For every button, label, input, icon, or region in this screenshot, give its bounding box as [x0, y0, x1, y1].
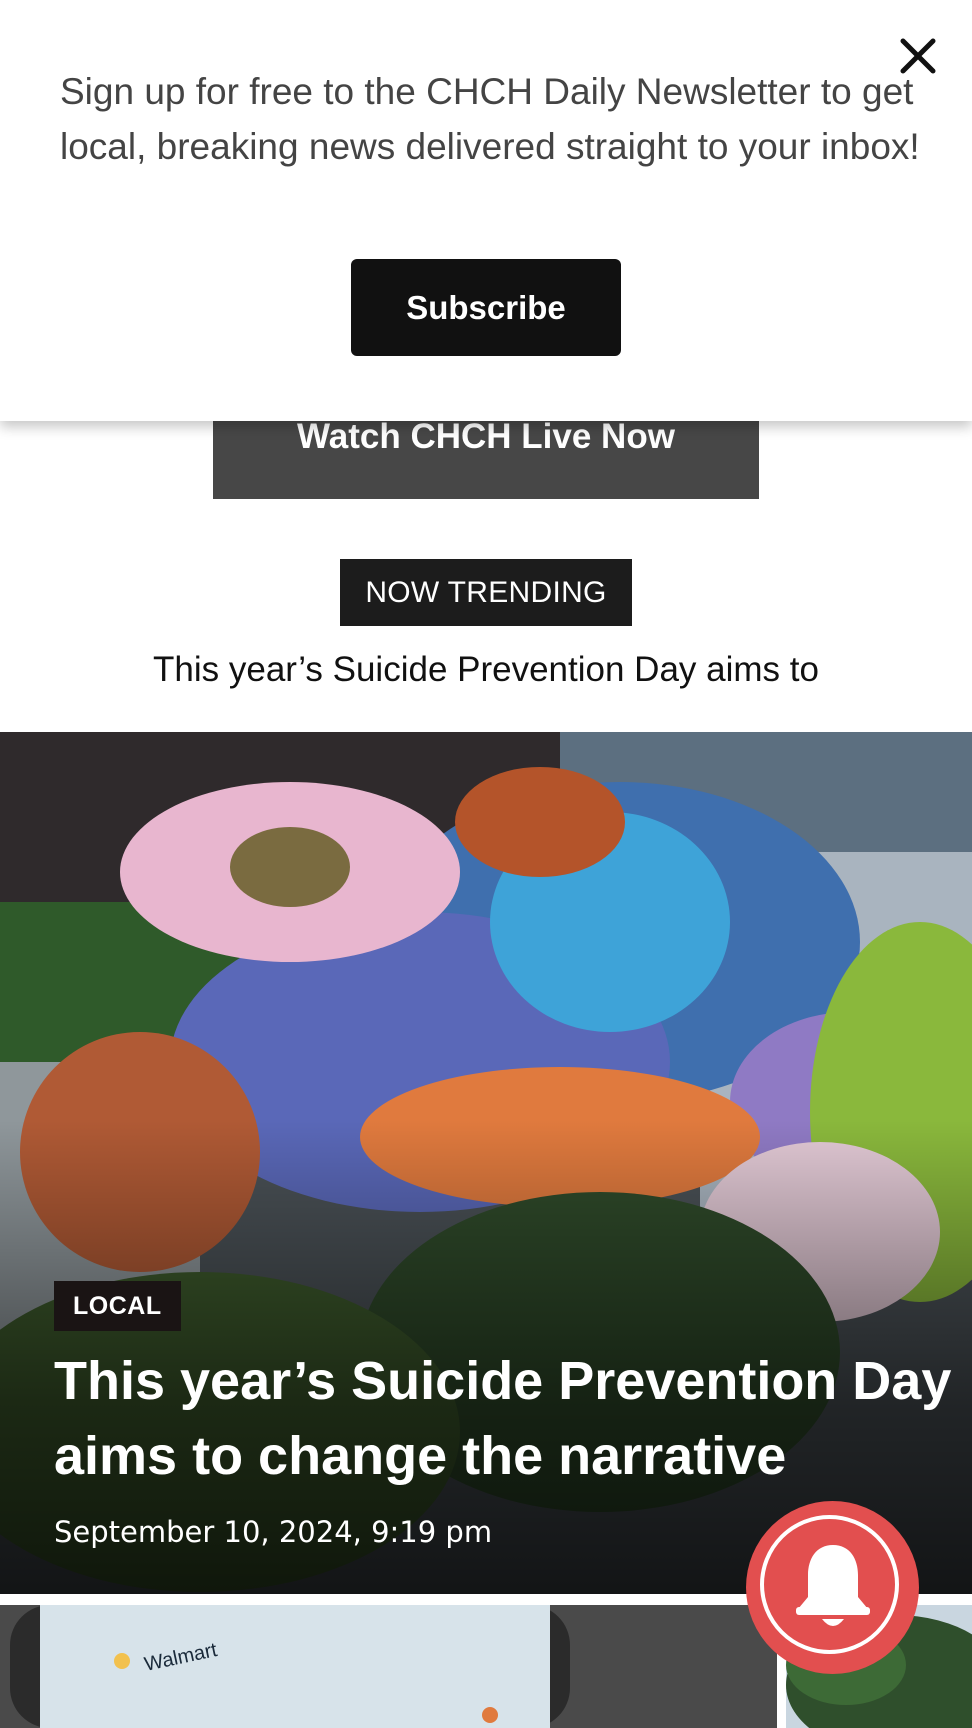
trending-ticker-link[interactable]: This year’s Suicide Prevention Day aims …	[0, 645, 972, 695]
hero-article-card[interactable]: LOCAL This year’s Suicide Prevention Day…	[0, 732, 972, 1594]
close-button[interactable]	[896, 34, 940, 78]
page: Watch CHCH Live Now Sign up for free to …	[0, 0, 972, 1728]
subscribe-button[interactable]: Subscribe	[351, 259, 621, 356]
hero-article-title[interactable]: This year’s Suicide Prevention Day aims …	[54, 1344, 954, 1494]
newsletter-message: Sign up for free to the CHCH Daily Newsl…	[60, 71, 920, 167]
notification-bell-button[interactable]	[746, 1501, 919, 1674]
bell-icon	[796, 1545, 870, 1626]
phone-image: Walmart	[0, 1605, 777, 1728]
close-icon	[900, 38, 936, 74]
category-badge[interactable]: LOCAL	[54, 1281, 181, 1331]
newsletter-popup: Sign up for free to the CHCH Daily Newsl…	[0, 0, 972, 421]
now-trending-badge: NOW TRENDING	[340, 559, 632, 626]
hero-article-date: September 10, 2024, 9:19 pm	[54, 1515, 493, 1549]
article-thumbnail-left[interactable]: Walmart	[0, 1605, 777, 1728]
